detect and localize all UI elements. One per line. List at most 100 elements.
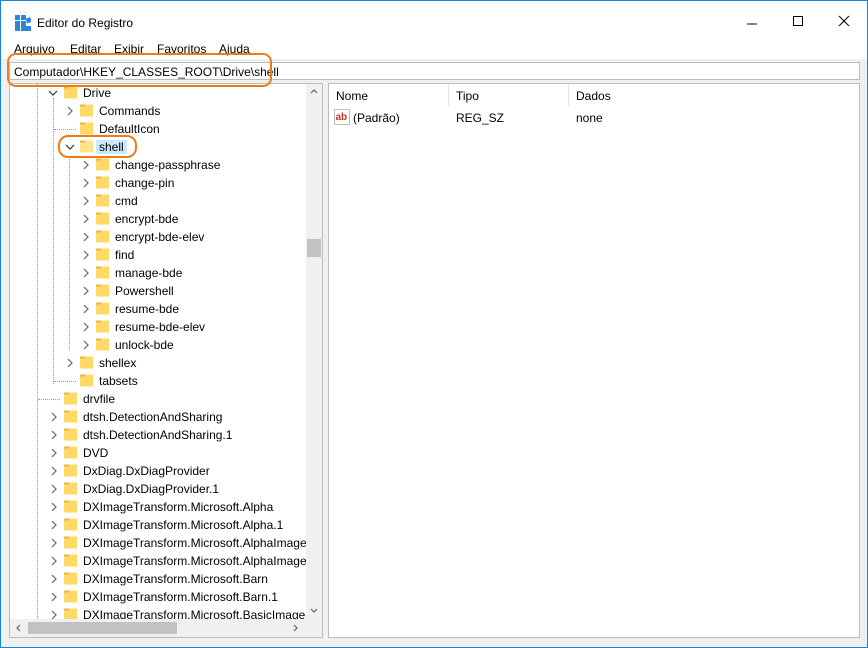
menu-editar[interactable]: Editar — [70, 42, 101, 56]
folder-icon — [64, 482, 77, 495]
folder-icon — [64, 518, 77, 531]
tree-item-label: resume-bde — [115, 302, 180, 316]
tree-item-defaulticon[interactable]: DefaultIcon — [10, 120, 306, 138]
tree-item-find[interactable]: find — [10, 246, 306, 264]
tree-item-cmd[interactable]: cmd — [10, 192, 306, 210]
tree-item-dx-alpha-1[interactable]: DXImageTransform.Microsoft.Alpha.1 — [10, 516, 306, 534]
chevron-right-icon[interactable] — [81, 267, 91, 279]
registry-tree[interactable]: Drive Commands DefaultIcon shell change-… — [9, 83, 323, 638]
chevron-right-icon[interactable] — [81, 249, 91, 261]
chevron-right-icon[interactable] — [49, 483, 59, 495]
tree-vertical-scrollbar[interactable] — [306, 84, 322, 620]
minimize-button[interactable] — [729, 1, 775, 41]
tree-item-dx-barn-1[interactable]: DXImageTransform.Microsoft.Barn.1 — [10, 588, 306, 606]
chevron-right-icon[interactable] — [49, 555, 59, 567]
chevron-right-icon[interactable] — [49, 411, 59, 423]
close-button[interactable] — [821, 1, 867, 41]
chevron-right-icon[interactable] — [49, 591, 59, 603]
chevron-right-icon[interactable] — [49, 519, 59, 531]
tree-item-dxdiag-1[interactable]: DxDiag.DxDiagProvider.1 — [10, 480, 306, 498]
tree-item-drvfile[interactable]: drvfile — [10, 390, 306, 408]
chevron-right-icon[interactable] — [49, 465, 59, 477]
tree-item-label: drvfile — [83, 392, 116, 406]
tree-item-label: Commands — [99, 104, 161, 118]
tree-item-dx-alpha[interactable]: DXImageTransform.Microsoft.Alpha — [10, 498, 306, 516]
chevron-down-icon[interactable] — [65, 141, 75, 153]
tree-item-drive[interactable]: Drive — [10, 84, 306, 102]
chevron-right-icon[interactable] — [81, 195, 91, 207]
scroll-left-icon[interactable] — [15, 624, 21, 632]
tree-item-powershell[interactable]: Powershell — [10, 282, 306, 300]
chevron-right-icon[interactable] — [49, 573, 59, 585]
tree-item-dx-alphaimage[interactable]: DXImageTransform.Microsoft.AlphaImage — [10, 534, 307, 552]
chevron-right-icon[interactable] — [49, 537, 59, 549]
tree-item-label: DXImageTransform.Microsoft.AlphaImage — [83, 554, 307, 568]
folder-icon — [80, 122, 93, 135]
scroll-up-icon[interactable] — [310, 88, 318, 94]
tree-item-label: encrypt-bde — [115, 212, 179, 226]
chevron-right-icon[interactable] — [81, 231, 91, 243]
chevron-right-icon[interactable] — [81, 339, 91, 351]
chevron-right-icon[interactable] — [49, 501, 59, 513]
tree-item-label: tabsets — [99, 374, 138, 388]
chevron-right-icon[interactable] — [81, 285, 91, 297]
chevron-right-icon[interactable] — [49, 447, 59, 459]
menu-exibir[interactable]: Exibir — [114, 42, 144, 56]
menu-arquivo[interactable]: Arquivo — [14, 42, 55, 56]
chevron-right-icon[interactable] — [65, 105, 75, 117]
tree-horizontal-scrollbar[interactable] — [10, 619, 322, 637]
address-bar[interactable]: Computador\HKEY_CLASSES_ROOT\Drive\shell — [9, 62, 860, 80]
tree-item-encrypt-bde-elev[interactable]: encrypt-bde-elev — [10, 228, 306, 246]
tree-item-dtsh[interactable]: dtsh.DetectionAndSharing — [10, 408, 306, 426]
folder-icon — [80, 356, 93, 369]
scroll-down-icon[interactable] — [310, 608, 318, 614]
chevron-right-icon[interactable] — [81, 321, 91, 333]
folder-icon — [96, 176, 109, 189]
chevron-down-icon[interactable] — [48, 87, 58, 99]
tree-item-unlock-bde[interactable]: unlock-bde — [10, 336, 306, 354]
tree-item-dxdiag[interactable]: DxDiag.DxDiagProvider — [10, 462, 306, 480]
chevron-right-icon[interactable] — [81, 159, 91, 171]
tree-item-tabsets[interactable]: tabsets — [10, 372, 306, 390]
tree-item-label: manage-bde — [115, 266, 183, 280]
chevron-right-icon[interactable] — [81, 213, 91, 225]
chevron-right-icon[interactable] — [81, 177, 91, 189]
tree-item-shellex[interactable]: shellex — [10, 354, 306, 372]
title-bar[interactable]: Editor do Registro — [1, 1, 867, 41]
tree-item-label: resume-bde-elev — [115, 320, 206, 334]
column-header-tipo[interactable]: Tipo — [449, 84, 569, 106]
menu-ajuda[interactable]: Ajuda — [219, 42, 250, 56]
minimize-icon — [747, 23, 757, 25]
tree-item-label: find — [115, 248, 135, 262]
tree-connector — [38, 399, 60, 400]
column-header-nome[interactable]: Nome — [329, 84, 449, 106]
tree-horizontal-scroll-thumb[interactable] — [28, 622, 177, 634]
maximize-button[interactable] — [775, 1, 821, 41]
scroll-right-icon[interactable] — [293, 624, 299, 632]
tree-item-resume-bde-elev[interactable]: resume-bde-elev — [10, 318, 306, 336]
tree-item-change-pin[interactable]: change-pin — [10, 174, 306, 192]
tree-item-encrypt-bde[interactable]: encrypt-bde — [10, 210, 306, 228]
chevron-right-icon[interactable] — [49, 429, 59, 441]
folder-icon — [64, 392, 77, 405]
tree-item-dx-barn[interactable]: DXImageTransform.Microsoft.Barn — [10, 570, 306, 588]
tree-item-manage-bde[interactable]: manage-bde — [10, 264, 306, 282]
tree-item-change-passphrase[interactable]: change-passphrase — [10, 156, 306, 174]
tree-item-resume-bde[interactable]: resume-bde — [10, 300, 306, 318]
menu-favoritos[interactable]: Favoritos — [157, 42, 206, 56]
tree-item-dvd[interactable]: DVD — [10, 444, 306, 462]
values-list[interactable]: Nome Tipo Dados ab (Padrão) REG_SZ none — [328, 83, 860, 638]
tree-vertical-scroll-thumb[interactable] — [307, 239, 321, 257]
folder-icon — [96, 230, 109, 243]
folder-icon — [80, 374, 93, 387]
folder-icon — [96, 158, 109, 171]
tree-item-dx-alphaimage-2[interactable]: DXImageTransform.Microsoft.AlphaImage — [10, 552, 307, 570]
chevron-right-icon[interactable] — [81, 303, 91, 315]
folder-icon — [96, 248, 109, 261]
tree-item-shell[interactable]: shell — [10, 138, 306, 156]
tree-item-dtsh-1[interactable]: dtsh.DetectionAndSharing.1 — [10, 426, 306, 444]
registry-editor-window: Editor do Registro Arquivo Editar Exibir… — [0, 0, 868, 648]
chevron-right-icon[interactable] — [65, 357, 75, 369]
tree-item-commands[interactable]: Commands — [10, 102, 306, 120]
column-header-dados[interactable]: Dados — [569, 84, 859, 106]
